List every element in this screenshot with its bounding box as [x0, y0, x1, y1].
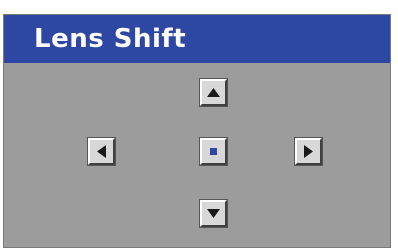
center-dot-icon [210, 148, 217, 155]
triangle-right-icon [304, 145, 313, 158]
shift-center-button[interactable] [199, 137, 228, 166]
shift-left-button[interactable] [87, 137, 116, 166]
lens-shift-panel: Lens Shift [3, 14, 391, 248]
shift-right-button[interactable] [294, 137, 323, 166]
triangle-down-icon [207, 209, 220, 218]
triangle-up-icon [207, 88, 220, 97]
panel-title: Lens Shift [4, 15, 390, 63]
triangle-left-icon [97, 145, 106, 158]
shift-down-button[interactable] [199, 199, 228, 228]
shift-up-button[interactable] [199, 78, 228, 107]
